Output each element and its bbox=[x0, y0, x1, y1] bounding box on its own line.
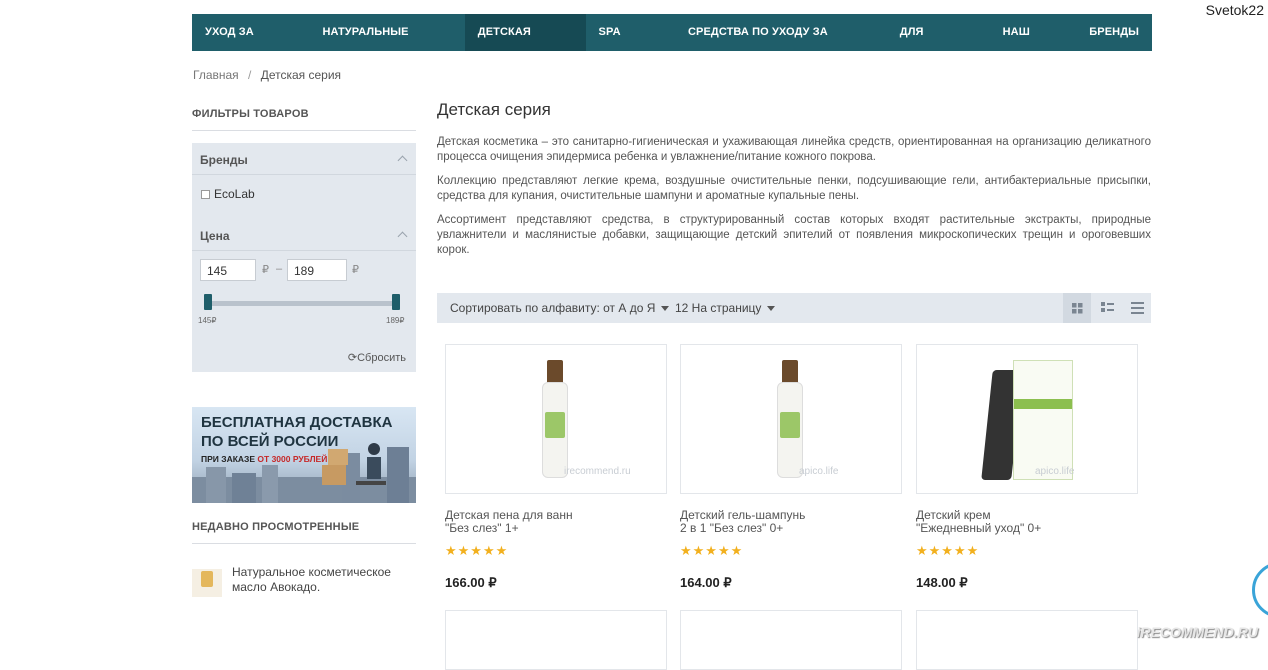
breadcrumb-home-link[interactable]: Главная bbox=[193, 68, 239, 82]
sort-dropdown[interactable]: Сортировать по алфавиту: от А до Я bbox=[450, 301, 670, 315]
banner-line-2: ПО ВСЕЙ РОССИИ bbox=[201, 433, 339, 450]
product-card-image[interactable]: irecommend.ru bbox=[445, 344, 667, 494]
ecolab-checkbox-label[interactable]: EcoLab bbox=[214, 187, 255, 201]
price-min-input[interactable]: 145 bbox=[200, 259, 256, 281]
product-price: 164.00 ₽ bbox=[680, 575, 732, 590]
jar-icon bbox=[201, 571, 213, 587]
per-page-dropdown[interactable]: 12 На страницу bbox=[675, 301, 776, 315]
product-bottle-image bbox=[542, 360, 568, 478]
free-delivery-banner[interactable]: БЕСПЛАТНАЯ ДОСТАВКА ПО ВСЕЙ РОССИИ ПРИ З… bbox=[192, 407, 416, 503]
product-card-image[interactable] bbox=[445, 610, 667, 670]
product-card-image[interactable]: apico.life bbox=[916, 344, 1138, 494]
image-watermark: apico.life bbox=[1035, 466, 1075, 477]
recently-viewed-title: НЕДАВНО ПРОСМОТРЕННЫЕ bbox=[192, 521, 360, 533]
product-name-line-2: "Ежедневный уход" 0+ bbox=[916, 521, 1042, 535]
refresh-icon: ⟳ bbox=[347, 352, 358, 364]
product-name-link[interactable]: Детский гель-шампунь 2 в 1 "Без слез" 0+ bbox=[680, 509, 902, 535]
product-price: 148.00 ₽ bbox=[916, 575, 968, 590]
breadcrumb-current: Детская серия bbox=[260, 68, 342, 82]
page-title: Детская серия bbox=[437, 100, 551, 119]
description-paragraph-1: Детская косметика – это санитарно-гигиен… bbox=[437, 136, 1151, 163]
price-slider-min-handle[interactable] bbox=[204, 294, 212, 310]
main-navigation: УХОД ЗА ТЕЛОМ НАТУРАЛЬНЫЕ МАСЛА ДЕТСКАЯ … bbox=[192, 14, 1152, 75]
currency-label: ₽ bbox=[352, 264, 359, 276]
reset-label: Сбросить bbox=[357, 352, 406, 364]
username[interactable]: Svetok22 bbox=[1206, 2, 1264, 18]
rating-stars: ★★★★★ bbox=[916, 543, 980, 558]
compact-list-view-button[interactable] bbox=[1123, 293, 1151, 323]
product-name-link[interactable]: Детская пена для ванн "Без слез" 1+ bbox=[445, 509, 667, 535]
nav-item-natural-oils[interactable]: НАТУРАЛЬНЫЕ МАСЛА bbox=[309, 14, 464, 75]
reset-filters-button[interactable]: ⟳Сбросить bbox=[348, 351, 406, 364]
nav-item-for-men[interactable]: ДЛЯ МУЖЧИН bbox=[887, 14, 990, 75]
grid-icon bbox=[1072, 303, 1083, 314]
filters-title: ФИЛЬТРЫ ТОВАРОВ bbox=[192, 108, 309, 120]
product-name-link[interactable]: Детский крем "Ежедневный уход" 0+ bbox=[916, 509, 1138, 535]
caret-down-icon bbox=[767, 306, 776, 312]
catalog-toolbar: Сортировать по алфавиту: от А до Я 12 На… bbox=[437, 293, 1151, 323]
list-view-button[interactable] bbox=[1093, 293, 1121, 323]
chat-button[interactable] bbox=[1252, 562, 1268, 618]
ecolab-checkbox[interactable] bbox=[201, 190, 210, 199]
divider bbox=[192, 543, 416, 544]
description-paragraph-3: Ассортимент представляют средства, в стр… bbox=[437, 214, 1151, 256]
product-tube-image bbox=[981, 360, 1073, 480]
image-watermark: apico.life bbox=[799, 466, 839, 477]
banner-line-3: ПРИ ЗАКАЗЕ ОТ 3000 РУБЛЕЙ bbox=[201, 454, 327, 464]
image-watermark: irecommend.ru bbox=[564, 466, 631, 477]
nav-item-body-care[interactable]: УХОД ЗА ТЕЛОМ bbox=[192, 14, 309, 75]
site-watermark: iRECOMMEND.RU bbox=[1136, 624, 1258, 640]
nav-item-kids-series[interactable]: ДЕТСКАЯ СЕРИЯ bbox=[464, 14, 586, 75]
brands-filter-heading[interactable]: Бренды bbox=[200, 153, 248, 167]
price-max-input[interactable]: 189 bbox=[287, 259, 347, 281]
price-filter-heading[interactable]: Цена bbox=[200, 229, 230, 243]
product-card-image[interactable]: apico.life bbox=[680, 344, 902, 494]
grid-view-button[interactable] bbox=[1063, 293, 1091, 323]
price-slider-track[interactable] bbox=[206, 301, 397, 306]
description-paragraph-2: Коллекцию представляют легкие крема, воз… bbox=[437, 175, 1151, 202]
rating-stars: ★★★★★ bbox=[680, 543, 744, 558]
menu-lines-icon bbox=[1131, 302, 1144, 314]
rating-stars: ★★★★★ bbox=[445, 543, 509, 558]
divider bbox=[192, 130, 416, 131]
nav-item-spa-series[interactable]: SPA СЕРИЯ bbox=[586, 14, 675, 75]
list-thumbnails-icon bbox=[1101, 302, 1114, 312]
product-card-image[interactable] bbox=[916, 610, 1138, 670]
banner-line-3-a: ПРИ ЗАКАЗЕ bbox=[201, 454, 258, 464]
divider bbox=[192, 250, 416, 251]
product-card-image[interactable] bbox=[680, 610, 902, 670]
recent-product-thumbnail[interactable] bbox=[192, 569, 222, 597]
banner-line-1: БЕСПЛАТНАЯ ДОСТАВКА bbox=[201, 414, 393, 431]
filters-panel: Бренды EcoLab Цена 145 ₽ – 189 ₽ 145₽ 18… bbox=[192, 143, 416, 372]
product-name-line-2: "Без слез" 1+ bbox=[445, 521, 519, 535]
product-bottle-image bbox=[777, 360, 803, 478]
per-page-label: 12 На страницу bbox=[675, 301, 762, 315]
currency-label: ₽ bbox=[262, 264, 269, 276]
breadcrumb-separator: / bbox=[248, 68, 252, 82]
chevron-up-icon[interactable] bbox=[397, 155, 408, 166]
banner-line-3-b: ОТ 3000 РУБЛЕЙ bbox=[257, 454, 328, 464]
price-slider-max-handle[interactable] bbox=[392, 294, 400, 310]
nav-item-blog[interactable]: НАШ БЛОГ bbox=[990, 14, 1077, 75]
price-min-tick: 145₽ bbox=[198, 316, 217, 325]
sort-label: Сортировать по алфавиту: от А до Я bbox=[450, 301, 656, 315]
product-price: 166.00 ₽ bbox=[445, 575, 497, 590]
breadcrumb: Главная / Детская серия bbox=[193, 68, 341, 82]
chevron-up-icon[interactable] bbox=[397, 231, 408, 242]
range-dash: – bbox=[276, 263, 283, 275]
product-name-line-2: 2 в 1 "Без слез" 0+ bbox=[680, 521, 784, 535]
caret-down-icon bbox=[661, 306, 670, 312]
nav-item-home-care[interactable]: СРЕДСТВА ПО УХОДУ ЗА ДОМОМ bbox=[675, 14, 887, 75]
nav-item-brands[interactable]: БРЕНДЫ bbox=[1076, 14, 1152, 51]
price-max-tick: 189₽ bbox=[386, 316, 405, 325]
divider bbox=[192, 174, 416, 175]
recent-product-link[interactable]: Натуральное косметическое масло Авокадо. bbox=[232, 565, 412, 595]
